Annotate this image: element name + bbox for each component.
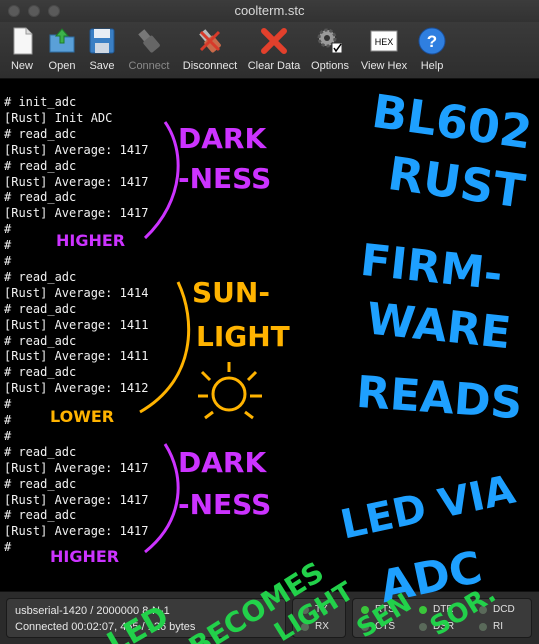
connection-info-panel: usbserial-1420 / 2000000 8-N-1 Connected… xyxy=(6,598,286,638)
new-button[interactable]: New xyxy=(4,22,40,78)
terminal-line: # xyxy=(4,222,12,237)
usb-plug-icon xyxy=(138,29,160,53)
disconnect-button[interactable]: Disconnect xyxy=(178,22,242,78)
rts-led-icon[interactable] xyxy=(361,606,369,614)
title-bar: coolterm.stc xyxy=(0,0,539,23)
options-button[interactable]: Options xyxy=(306,22,354,78)
terminal-line: # xyxy=(4,238,12,253)
open-folder-icon xyxy=(49,28,75,53)
dcd-led-icon xyxy=(479,606,487,614)
terminal-line: # read_adc xyxy=(4,158,77,173)
terminal-line: [Rust] Average: 1411 xyxy=(4,317,149,332)
terminal-line: # read_adc xyxy=(4,126,77,141)
window-title: coolterm.stc xyxy=(234,3,305,18)
clear-data-button[interactable]: Clear Data xyxy=(246,22,302,78)
terminal-line: [Rust] Average: 1417 xyxy=(4,174,149,189)
line-status-panel: RTS CTS DTR DSR DCD RI xyxy=(352,598,532,638)
toolbar: New Open Save Connect Disconnect Clear D… xyxy=(0,22,539,79)
status-bar: usbserial-1420 / 2000000 8-N-1 Connected… xyxy=(0,591,539,644)
view-hex-button[interactable]: HEX View Hex xyxy=(356,22,412,78)
dtr-led-icon[interactable] xyxy=(419,606,427,614)
dsr-led-icon xyxy=(419,623,427,631)
coolterm-window: coolterm.stc New Open Save Connect Disco… xyxy=(0,0,539,644)
terminal-line: # read_adc xyxy=(4,333,77,348)
terminal-line: [Rust] Average: 1412 xyxy=(4,381,149,396)
terminal-line: [Rust] Average: 1417 xyxy=(4,206,149,221)
svg-text:?: ? xyxy=(427,32,437,51)
terminal-line: # xyxy=(4,540,12,555)
terminal-line: # xyxy=(4,254,12,268)
terminal-line: [Rust] Average: 1417 xyxy=(4,524,149,539)
ri-led-icon xyxy=(479,623,487,631)
terminal-line: # xyxy=(4,397,12,412)
help-button[interactable]: ? Help xyxy=(414,22,450,78)
terminal-line: # xyxy=(4,413,12,427)
terminal-line: # read_adc xyxy=(4,508,77,523)
new-document-icon xyxy=(13,27,33,55)
terminal-line: # read_adc xyxy=(4,365,77,380)
terminal-line: # read_adc xyxy=(4,476,77,491)
hex-icon: HEX xyxy=(370,30,398,52)
terminal-line: [Rust] Average: 1417 xyxy=(4,460,149,475)
terminal-line: [Rust] Init ADC xyxy=(4,110,113,125)
terminal-line: # read_adc xyxy=(4,301,77,316)
terminal-line: [Rust] Average: 1417 xyxy=(4,492,149,507)
tx-rx-panel: TX RX xyxy=(292,598,346,638)
connect-button[interactable]: Connect xyxy=(124,22,174,78)
save-disk-icon xyxy=(89,28,115,54)
terminal-line: # init_adc xyxy=(4,95,77,109)
cts-led-icon xyxy=(361,623,369,631)
save-button[interactable]: Save xyxy=(84,22,120,78)
clear-x-icon xyxy=(261,28,287,54)
terminal-output[interactable]: # init_adc [Rust] Init ADC # read_adc [Rust… xyxy=(0,79,539,591)
terminal-line: [Rust] Average: 1414 xyxy=(4,285,149,300)
terminal-line: # read_adc xyxy=(4,269,77,284)
tx-led-icon xyxy=(301,606,309,614)
connection-status: Connected 00:02:07, 465 / 126 bytes xyxy=(15,621,196,633)
terminal-line: # read_adc xyxy=(4,190,77,205)
disconnect-icon xyxy=(199,29,221,53)
terminal-line: # xyxy=(4,428,12,443)
options-gear-icon xyxy=(317,28,343,54)
terminal-line: [Rust] Average: 1411 xyxy=(4,349,149,364)
open-button[interactable]: Open xyxy=(44,22,80,78)
svg-text:HEX: HEX xyxy=(375,37,394,47)
terminal-line: # read_adc xyxy=(4,444,77,459)
rx-led-icon xyxy=(301,623,309,631)
terminal-line: [Rust] Average: 1417 xyxy=(4,142,149,157)
port-settings: usbserial-1420 / 2000000 8-N-1 xyxy=(15,605,170,617)
help-icon: ? xyxy=(418,27,446,55)
